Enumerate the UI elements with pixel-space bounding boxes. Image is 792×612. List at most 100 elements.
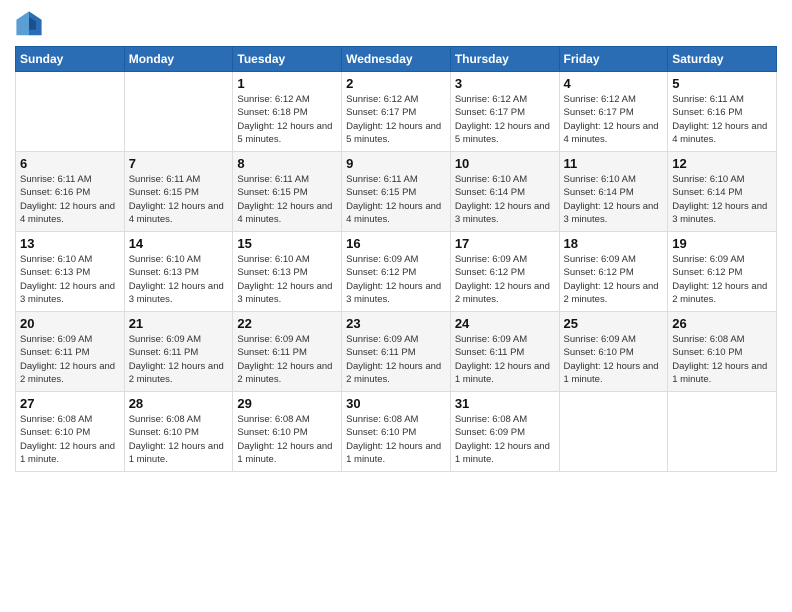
day-number: 5	[672, 76, 772, 91]
calendar-cell: 7 Sunrise: 6:11 AM Sunset: 6:15 PM Daylig…	[124, 152, 233, 232]
cell-info: Sunrise: 6:11 AM Sunset: 6:16 PM Dayligh…	[20, 173, 120, 226]
calendar-cell: 31 Sunrise: 6:08 AM Sunset: 6:09 PM Dayli…	[450, 392, 559, 472]
calendar-cell: 19 Sunrise: 6:09 AM Sunset: 6:12 PM Dayli…	[668, 232, 777, 312]
calendar-cell: 11 Sunrise: 6:10 AM Sunset: 6:14 PM Dayli…	[559, 152, 668, 232]
day-number: 24	[455, 316, 555, 331]
calendar-table: SundayMondayTuesdayWednesdayThursdayFrid…	[15, 46, 777, 472]
header-monday: Monday	[124, 47, 233, 72]
day-number: 8	[237, 156, 337, 171]
cell-info: Sunrise: 6:09 AM Sunset: 6:11 PM Dayligh…	[20, 333, 120, 386]
calendar-week-2: 6 Sunrise: 6:11 AM Sunset: 6:16 PM Daylig…	[16, 152, 777, 232]
cell-info: Sunrise: 6:10 AM Sunset: 6:14 PM Dayligh…	[455, 173, 555, 226]
calendar-cell: 4Sunrise: 6:12 AM Sunset: 6:17 PM Daylig…	[559, 72, 668, 152]
calendar-cell: 25 Sunrise: 6:09 AM Sunset: 6:10 PM Dayli…	[559, 312, 668, 392]
calendar-cell: 21 Sunrise: 6:09 AM Sunset: 6:11 PM Dayli…	[124, 312, 233, 392]
cell-info: Sunrise: 6:10 AM Sunset: 6:13 PM Dayligh…	[237, 253, 337, 306]
day-number: 28	[129, 396, 229, 411]
cell-info: Sunrise: 6:10 AM Sunset: 6:14 PM Dayligh…	[564, 173, 664, 226]
page-header	[15, 10, 777, 38]
cell-info: Sunrise: 6:09 AM Sunset: 6:11 PM Dayligh…	[346, 333, 446, 386]
header-wednesday: Wednesday	[342, 47, 451, 72]
cell-info: Sunrise: 6:08 AM Sunset: 6:10 PM Dayligh…	[129, 413, 229, 466]
calendar-cell: 24 Sunrise: 6:09 AM Sunset: 6:11 PM Dayli…	[450, 312, 559, 392]
calendar-week-4: 20 Sunrise: 6:09 AM Sunset: 6:11 PM Dayli…	[16, 312, 777, 392]
day-number: 14	[129, 236, 229, 251]
logo	[15, 10, 47, 38]
calendar-cell: 26 Sunrise: 6:08 AM Sunset: 6:10 PM Dayli…	[668, 312, 777, 392]
cell-info: Sunrise: 6:09 AM Sunset: 6:12 PM Dayligh…	[455, 253, 555, 306]
calendar-cell: 6 Sunrise: 6:11 AM Sunset: 6:16 PM Daylig…	[16, 152, 125, 232]
day-number: 22	[237, 316, 337, 331]
cell-info: Sunrise: 6:08 AM Sunset: 6:10 PM Dayligh…	[672, 333, 772, 386]
day-number: 7	[129, 156, 229, 171]
calendar-cell: 15 Sunrise: 6:10 AM Sunset: 6:13 PM Dayli…	[233, 232, 342, 312]
cell-info: Sunrise: 6:11 AM Sunset: 6:15 PM Dayligh…	[129, 173, 229, 226]
day-number: 27	[20, 396, 120, 411]
day-number: 23	[346, 316, 446, 331]
calendar-cell: 10 Sunrise: 6:10 AM Sunset: 6:14 PM Dayli…	[450, 152, 559, 232]
calendar-header-row: SundayMondayTuesdayWednesdayThursdayFrid…	[16, 47, 777, 72]
day-number: 2	[346, 76, 446, 91]
day-number: 10	[455, 156, 555, 171]
cell-info: Sunrise: 6:09 AM Sunset: 6:12 PM Dayligh…	[346, 253, 446, 306]
day-number: 6	[20, 156, 120, 171]
calendar-cell: 5 Sunrise: 6:11 AM Sunset: 6:16 PM Daylig…	[668, 72, 777, 152]
calendar-cell: 2Sunrise: 6:12 AM Sunset: 6:17 PM Daylig…	[342, 72, 451, 152]
day-number: 18	[564, 236, 664, 251]
day-number: 12	[672, 156, 772, 171]
day-number: 11	[564, 156, 664, 171]
cell-info: Sunrise: 6:11 AM Sunset: 6:15 PM Dayligh…	[346, 173, 446, 226]
cell-info: Sunrise: 6:09 AM Sunset: 6:11 PM Dayligh…	[455, 333, 555, 386]
day-number: 26	[672, 316, 772, 331]
cell-info: Sunrise: 6:11 AM Sunset: 6:16 PM Dayligh…	[672, 93, 772, 146]
calendar-cell: 12 Sunrise: 6:10 AM Sunset: 6:14 PM Dayli…	[668, 152, 777, 232]
day-number: 4	[564, 76, 664, 91]
calendar-cell: 16Sunrise: 6:09 AM Sunset: 6:12 PM Dayli…	[342, 232, 451, 312]
header-saturday: Saturday	[668, 47, 777, 72]
cell-info: Sunrise: 6:08 AM Sunset: 6:09 PM Dayligh…	[455, 413, 555, 466]
cell-info: Sunrise: 6:09 AM Sunset: 6:12 PM Dayligh…	[564, 253, 664, 306]
day-number: 19	[672, 236, 772, 251]
cell-info: Sunrise: 6:11 AM Sunset: 6:15 PM Dayligh…	[237, 173, 337, 226]
calendar-week-1: 1Sunrise: 6:12 AM Sunset: 6:18 PM Daylig…	[16, 72, 777, 152]
cell-info: Sunrise: 6:10 AM Sunset: 6:13 PM Dayligh…	[20, 253, 120, 306]
calendar-cell: 20 Sunrise: 6:09 AM Sunset: 6:11 PM Dayli…	[16, 312, 125, 392]
cell-info: Sunrise: 6:09 AM Sunset: 6:11 PM Dayligh…	[129, 333, 229, 386]
header-friday: Friday	[559, 47, 668, 72]
day-number: 13	[20, 236, 120, 251]
day-number: 1	[237, 76, 337, 91]
cell-info: Sunrise: 6:09 AM Sunset: 6:12 PM Dayligh…	[672, 253, 772, 306]
calendar-cell	[124, 72, 233, 152]
calendar-cell: 18 Sunrise: 6:09 AM Sunset: 6:12 PM Dayli…	[559, 232, 668, 312]
header-tuesday: Tuesday	[233, 47, 342, 72]
cell-info: Sunrise: 6:08 AM Sunset: 6:10 PM Dayligh…	[20, 413, 120, 466]
day-number: 3	[455, 76, 555, 91]
calendar-week-5: 27 Sunrise: 6:08 AM Sunset: 6:10 PM Dayli…	[16, 392, 777, 472]
day-number: 15	[237, 236, 337, 251]
calendar-cell: 8 Sunrise: 6:11 AM Sunset: 6:15 PM Daylig…	[233, 152, 342, 232]
calendar-cell	[559, 392, 668, 472]
day-number: 21	[129, 316, 229, 331]
header-thursday: Thursday	[450, 47, 559, 72]
day-number: 25	[564, 316, 664, 331]
cell-info: Sunrise: 6:08 AM Sunset: 6:10 PM Dayligh…	[346, 413, 446, 466]
calendar-cell: 3Sunrise: 6:12 AM Sunset: 6:17 PM Daylig…	[450, 72, 559, 152]
calendar-cell: 13 Sunrise: 6:10 AM Sunset: 6:13 PM Dayli…	[16, 232, 125, 312]
cell-info: Sunrise: 6:09 AM Sunset: 6:11 PM Dayligh…	[237, 333, 337, 386]
calendar-cell: 23 Sunrise: 6:09 AM Sunset: 6:11 PM Dayli…	[342, 312, 451, 392]
cell-info: Sunrise: 6:09 AM Sunset: 6:10 PM Dayligh…	[564, 333, 664, 386]
calendar-cell: 1Sunrise: 6:12 AM Sunset: 6:18 PM Daylig…	[233, 72, 342, 152]
calendar-cell	[668, 392, 777, 472]
cell-info: Sunrise: 6:08 AM Sunset: 6:10 PM Dayligh…	[237, 413, 337, 466]
day-number: 17	[455, 236, 555, 251]
calendar-cell: 29Sunrise: 6:08 AM Sunset: 6:10 PM Dayli…	[233, 392, 342, 472]
calendar-cell: 17 Sunrise: 6:09 AM Sunset: 6:12 PM Dayli…	[450, 232, 559, 312]
cell-info: Sunrise: 6:10 AM Sunset: 6:14 PM Dayligh…	[672, 173, 772, 226]
logo-icon	[15, 10, 43, 38]
calendar-cell: 30 Sunrise: 6:08 AM Sunset: 6:10 PM Dayli…	[342, 392, 451, 472]
day-number: 20	[20, 316, 120, 331]
day-number: 31	[455, 396, 555, 411]
calendar-week-3: 13 Sunrise: 6:10 AM Sunset: 6:13 PM Dayli…	[16, 232, 777, 312]
calendar-cell	[16, 72, 125, 152]
day-number: 30	[346, 396, 446, 411]
